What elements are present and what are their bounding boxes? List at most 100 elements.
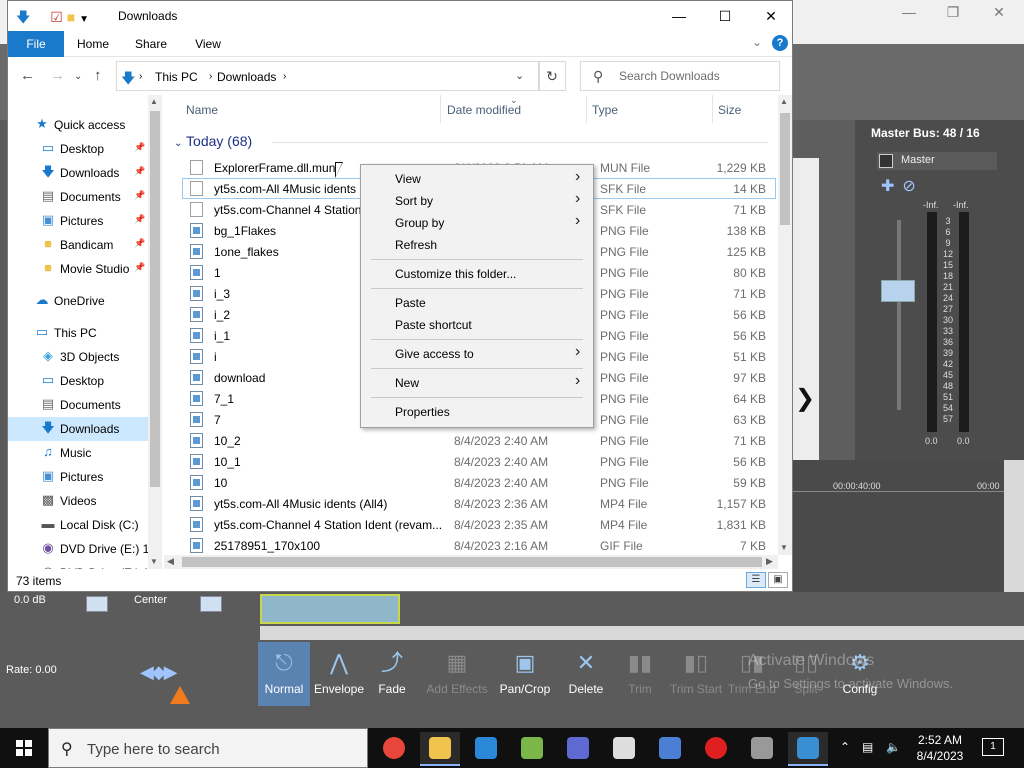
customize-toolbar-icon[interactable]: ▼ bbox=[79, 14, 89, 25]
file-row[interactable]: 10_1 8/4/2023 2:40 AM PNG File 56 KB bbox=[182, 451, 776, 472]
breadcrumb-separator-icon[interactable]: › bbox=[209, 71, 212, 82]
taskbar-app-film[interactable] bbox=[742, 732, 782, 766]
volume-knob[interactable] bbox=[86, 596, 108, 612]
menu-item-give-access-to[interactable]: Give access to › bbox=[363, 343, 591, 365]
sidebar-item-this-pc[interactable]: ▭ This PC bbox=[8, 321, 148, 345]
recent-locations-icon[interactable]: ⌄ bbox=[74, 71, 82, 82]
file-row[interactable]: 10_2 8/4/2023 2:40 AM PNG File 71 KB bbox=[182, 430, 776, 451]
menu-item-paste-shortcut[interactable]: Paste shortcut bbox=[363, 314, 591, 336]
details-view-icon[interactable]: ☰ bbox=[746, 572, 766, 588]
sidebar-item-documents[interactable]: ▤ Documents 📌 bbox=[8, 185, 148, 209]
taskbar-store[interactable] bbox=[466, 732, 506, 766]
group-header[interactable]: ⌄ Today (68) bbox=[174, 133, 252, 149]
expand-ribbon-icon[interactable]: ⌄ bbox=[752, 35, 762, 49]
sidebar-item-movie-studio[interactable]: ■ Movie Studio 📌 bbox=[8, 257, 148, 281]
taskbar-app-a[interactable] bbox=[650, 732, 690, 766]
file-row[interactable]: 25178951_170x100 8/4/2023 2:16 AM GIF File… bbox=[182, 535, 776, 556]
audio-clip[interactable] bbox=[260, 594, 400, 624]
menu-item-paste[interactable]: Paste bbox=[363, 292, 591, 314]
address-dropdown-icon[interactable]: ⌄ bbox=[515, 69, 524, 82]
breadcrumb-this-pc[interactable]: This PC bbox=[155, 70, 198, 84]
insert-fx-icon[interactable]: ✚ bbox=[881, 178, 902, 195]
taskbar-chrome[interactable] bbox=[374, 732, 414, 766]
tab-file[interactable]: File bbox=[8, 31, 64, 57]
sidebar-item-bandicam[interactable]: ■ Bandicam 📌 bbox=[8, 233, 148, 257]
column-name[interactable]: Name bbox=[186, 103, 218, 117]
sidebar-item-3d-objects[interactable]: ◈ 3D Objects bbox=[8, 345, 148, 369]
file-row[interactable]: yt5s.com-Channel 4 Station Ident (revam.… bbox=[182, 514, 776, 535]
scroll-down-icon[interactable]: ▼ bbox=[150, 557, 158, 566]
search-box[interactable]: ⚲ bbox=[580, 61, 780, 91]
breadcrumb-separator-icon[interactable]: › bbox=[283, 71, 286, 82]
menu-item-view[interactable]: View › bbox=[363, 168, 591, 190]
taskbar-file-explorer[interactable] bbox=[420, 732, 460, 766]
taskbar-app-blue[interactable] bbox=[558, 732, 598, 766]
tool-delete[interactable]: ✕ Delete bbox=[560, 642, 612, 706]
tool-normal[interactable]: ⎋ Normal bbox=[258, 642, 310, 706]
refresh-button[interactable]: ↻ bbox=[538, 61, 566, 91]
start-button[interactable] bbox=[0, 728, 48, 768]
tool-trim[interactable]: ▮▮ Trim bbox=[614, 642, 666, 706]
volume-slider-knob[interactable] bbox=[881, 280, 915, 302]
column-divider[interactable] bbox=[712, 95, 713, 123]
scroll-right-icon[interactable]: ▶ bbox=[766, 556, 773, 567]
breadcrumb-downloads[interactable]: Downloads bbox=[217, 70, 276, 84]
help-icon[interactable]: ? bbox=[772, 35, 788, 51]
minimize-button[interactable]: — bbox=[656, 1, 702, 31]
pan-knob[interactable] bbox=[200, 596, 222, 612]
show-hidden-icons-icon[interactable]: ⌃ bbox=[840, 740, 850, 754]
sidebar-item-local-disk-c[interactable]: ▬ Local Disk (C:) bbox=[8, 513, 148, 537]
editor-restore-button[interactable]: ❐ bbox=[930, 2, 976, 22]
tab-share[interactable]: Share bbox=[128, 31, 174, 57]
up-arrow-icon[interactable]: ↑ bbox=[94, 67, 102, 84]
column-divider[interactable] bbox=[586, 95, 587, 123]
nav-pane-scrollbar[interactable]: ▲ ▼ bbox=[148, 95, 162, 569]
column-divider[interactable] bbox=[440, 95, 441, 123]
sidebar-item-desktop[interactable]: ▭ Desktop 📌 bbox=[8, 137, 148, 161]
rate-marker-icon[interactable] bbox=[170, 686, 190, 704]
back-arrow-icon[interactable]: ← bbox=[20, 67, 35, 84]
taskbar-search-input[interactable] bbox=[87, 739, 357, 759]
chevron-right-icon[interactable]: ❯ bbox=[795, 384, 815, 413]
sidebar-item-pictures[interactable]: ▣ Pictures bbox=[8, 465, 148, 489]
sidebar-item-music[interactable]: ♫ Music bbox=[8, 441, 148, 465]
sidebar-item-pictures[interactable]: ▣ Pictures 📌 bbox=[8, 209, 148, 233]
properties-icon[interactable]: ☑ bbox=[50, 9, 63, 25]
search-input[interactable] bbox=[619, 66, 775, 86]
scroll-down-icon[interactable]: ▼ bbox=[780, 543, 788, 552]
timeline-horizontal-scrollbar[interactable] bbox=[260, 626, 1024, 640]
sidebar-item-downloads[interactable]: 🡇 Downloads bbox=[8, 417, 148, 441]
close-button[interactable]: ✕ bbox=[748, 1, 794, 31]
breadcrumb-separator-icon[interactable]: › bbox=[139, 71, 142, 82]
sidebar-item-desktop[interactable]: ▭ Desktop bbox=[8, 369, 148, 393]
sidebar-item-videos[interactable]: ▩ Videos bbox=[8, 489, 148, 513]
taskbar-7zip[interactable] bbox=[604, 732, 644, 766]
tab-view[interactable]: View bbox=[186, 31, 230, 57]
fx-icon[interactable] bbox=[879, 154, 893, 168]
file-list-horizontal-scrollbar[interactable]: ◀ ▶ bbox=[164, 555, 778, 569]
collapse-group-icon[interactable]: ⌄ bbox=[174, 138, 182, 149]
tool-envelope[interactable]: ⋀ Envelope bbox=[312, 642, 366, 706]
file-list-scroll-thumb[interactable] bbox=[780, 113, 790, 225]
forward-arrow-icon[interactable]: → bbox=[50, 67, 65, 84]
sidebar-item-dvd-drive-e-16[interactable]: ◉DVD Drive (E:) 16 bbox=[8, 561, 156, 570]
scroll-up-icon[interactable]: ▲ bbox=[150, 97, 158, 106]
horizontal-scroll-thumb[interactable] bbox=[182, 557, 762, 567]
taskbar-movie-studio[interactable] bbox=[788, 732, 828, 766]
tab-home[interactable]: Home bbox=[70, 31, 116, 57]
sidebar-item-onedrive[interactable]: ☁ OneDrive bbox=[8, 289, 148, 313]
address-bar[interactable]: 🡇 › This PC › Downloads › ⌄ bbox=[116, 61, 540, 91]
sidebar-item-documents[interactable]: ▤ Documents bbox=[8, 393, 148, 417]
editor-minimize-button[interactable]: — bbox=[886, 2, 932, 22]
sidebar-item-downloads[interactable]: 🡇 Downloads 📌 bbox=[8, 161, 148, 185]
nav-scroll-thumb[interactable] bbox=[150, 111, 160, 487]
file-row[interactable]: yt5s.com-All 4Music idents (All4) 8/4/202… bbox=[182, 493, 776, 514]
taskbar-record[interactable] bbox=[696, 732, 736, 766]
maximize-button[interactable]: ☐ bbox=[702, 1, 748, 31]
sidebar-item-dvd-drive-e-16[interactable]: ◉DVD Drive (E:) 16 bbox=[8, 537, 156, 561]
scroll-left-icon[interactable]: ◀ bbox=[167, 556, 174, 567]
tool-pan-crop[interactable]: ▣ Pan/Crop bbox=[494, 642, 556, 706]
menu-item-properties[interactable]: Properties bbox=[363, 401, 591, 423]
playback-rate-icon[interactable]: ◀◆▶ bbox=[140, 662, 178, 683]
new-folder-icon[interactable]: ■ bbox=[67, 9, 75, 25]
